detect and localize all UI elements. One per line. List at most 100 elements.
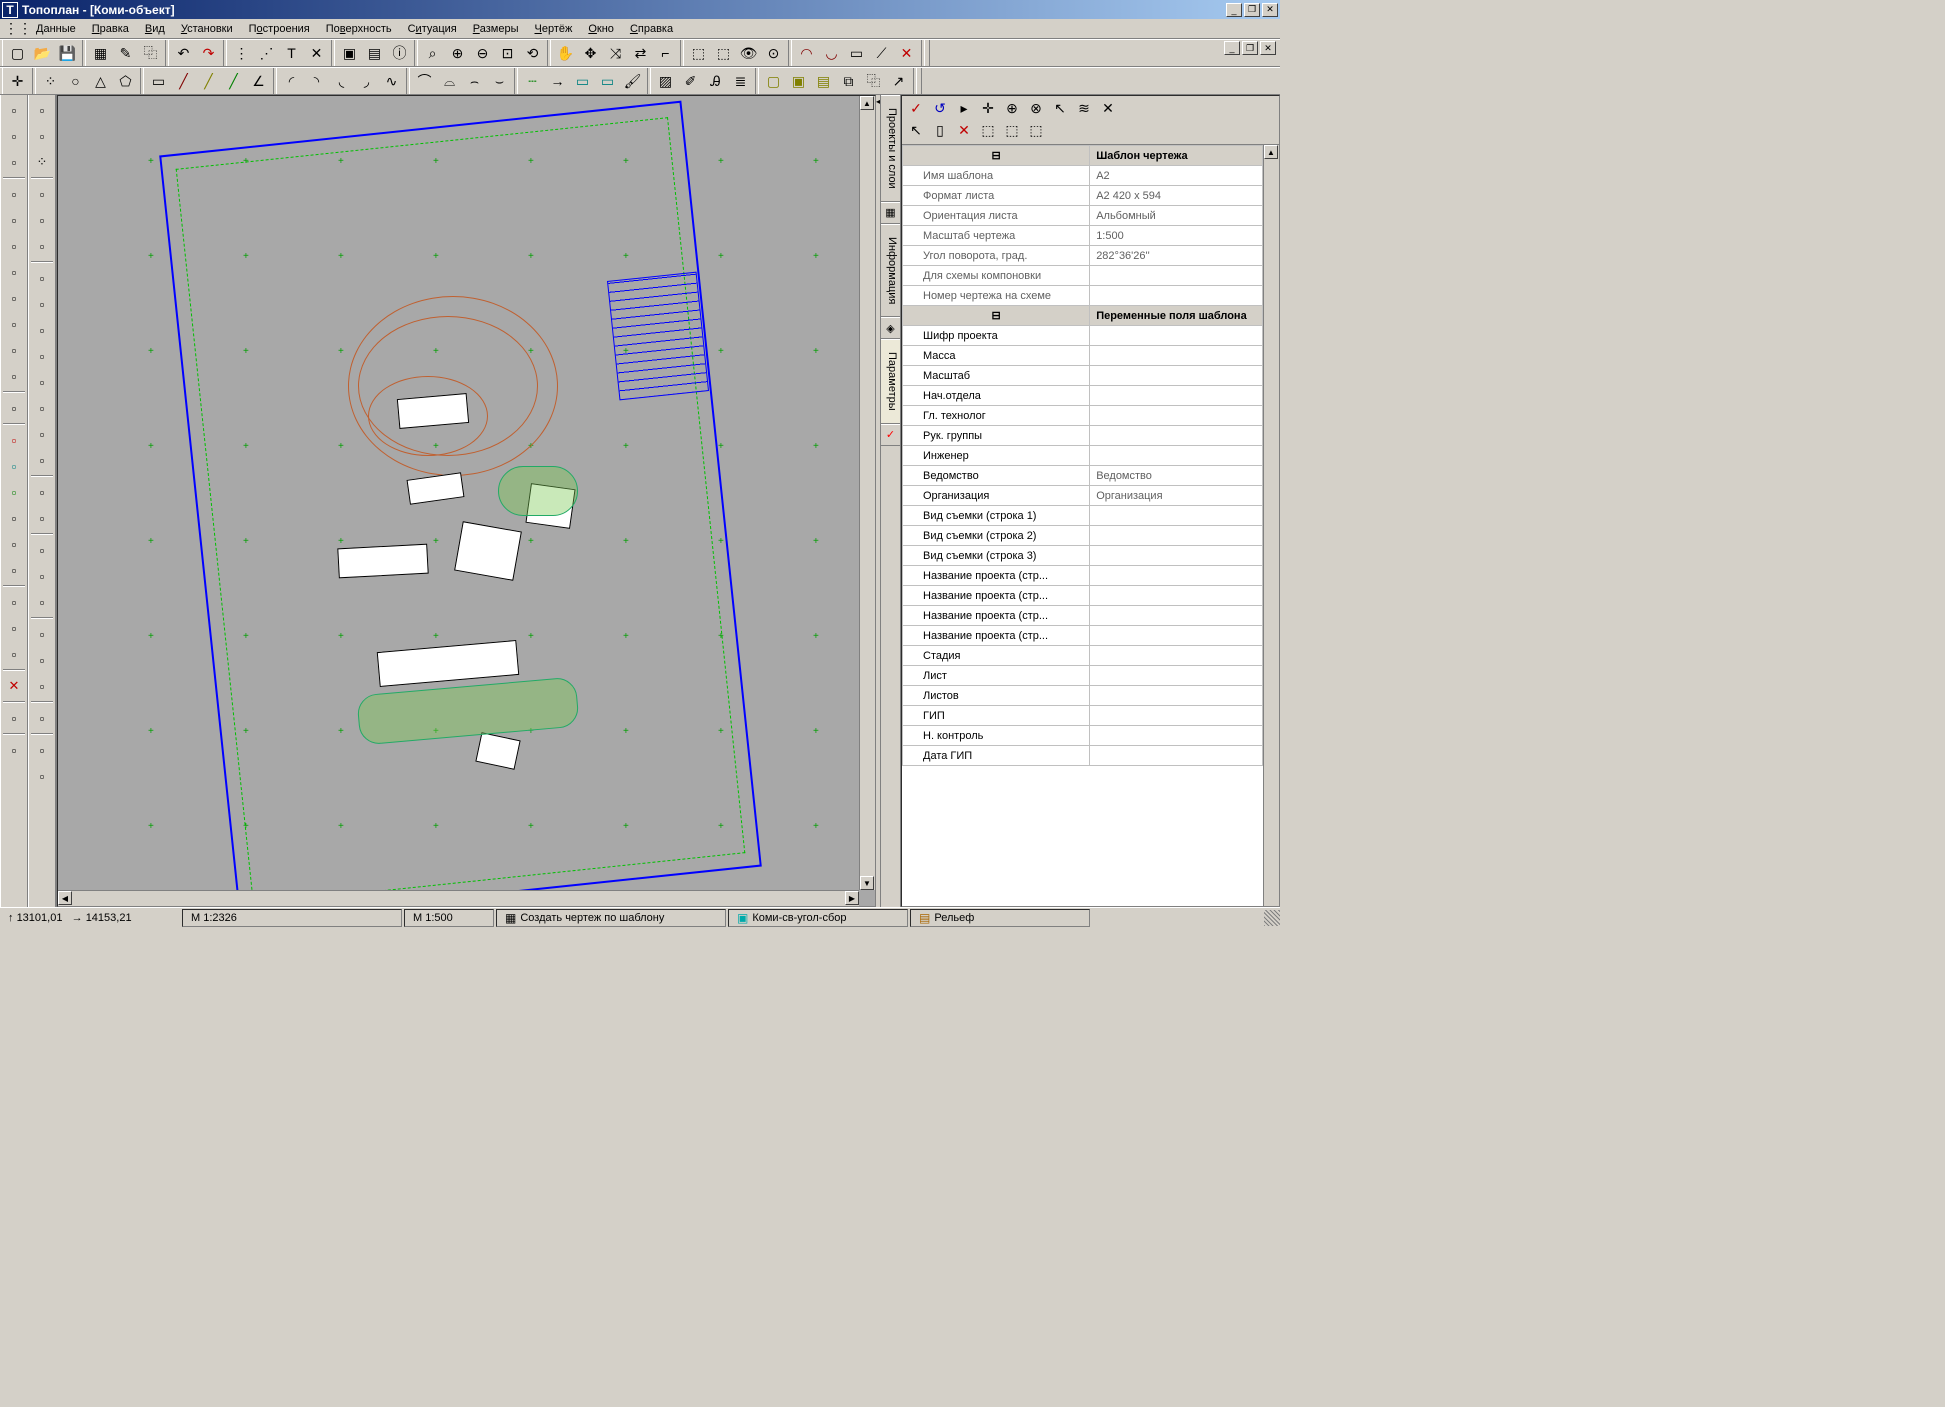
property-value[interactable]	[1090, 386, 1263, 406]
maximize-button[interactable]: ❐	[1244, 3, 1260, 17]
property-value[interactable]	[1090, 726, 1263, 746]
undo-button[interactable]: ↶	[172, 42, 195, 64]
plus-pt-button[interactable]: ✛	[6, 70, 29, 92]
property-row[interactable]: Масса	[903, 346, 1263, 366]
arrow-d-button[interactable]: ▫	[30, 590, 54, 614]
edit-g-button[interactable]: ▫	[30, 422, 54, 446]
cyan-a-button[interactable]: ▭	[571, 70, 594, 92]
menu-правка[interactable]: Правка	[84, 21, 137, 37]
mdi-close-button[interactable]: ✕	[1260, 41, 1276, 55]
property-value[interactable]	[1090, 686, 1263, 706]
rect-button[interactable]: ▭	[147, 70, 170, 92]
b-yl-button[interactable]: ▫	[2, 532, 26, 556]
arc-l-button[interactable]: ◡	[820, 42, 843, 64]
property-row[interactable]: Название проекта (стр...	[903, 566, 1263, 586]
panel-rotate-b-button[interactable]: ↺	[929, 98, 951, 118]
property-value[interactable]: Альбомный	[1090, 206, 1263, 226]
property-row[interactable]: Масштаб	[903, 366, 1263, 386]
eye-button[interactable]: ⊙	[762, 42, 785, 64]
property-value[interactable]	[1090, 606, 1263, 626]
status-scale-1[interactable]: М 1:2326	[182, 909, 402, 927]
tool-z-button[interactable]: ▫	[30, 674, 54, 698]
surf-a-button[interactable]: ▫	[2, 182, 26, 206]
curve3-button[interactable]: ◟	[330, 70, 353, 92]
property-row[interactable]: Лист	[903, 666, 1263, 686]
properties-table-scroll[interactable]: ⊟Шаблон чертежаИмя шаблонаA2Формат листа…	[902, 145, 1263, 906]
menu-размеры[interactable]: Размеры	[465, 21, 527, 37]
property-value[interactable]	[1090, 666, 1263, 686]
panel-x-red-button[interactable]: ✕	[953, 120, 975, 140]
properties-scrollbar[interactable]: ▲	[1263, 145, 1279, 906]
tab-icon-3[interactable]: ✓	[881, 424, 900, 446]
property-row[interactable]: Листов	[903, 686, 1263, 706]
zoom-sel-button[interactable]: ⌕	[421, 42, 444, 64]
panel-sel-b-button[interactable]: ⬚	[1001, 120, 1023, 140]
property-row[interactable]: Имя шаблонаA2	[903, 166, 1263, 186]
line-button[interactable]: ▫	[30, 182, 54, 206]
property-value[interactable]	[1090, 446, 1263, 466]
tab-information[interactable]: Информация	[881, 224, 900, 317]
edit-a-button[interactable]: ▫	[30, 266, 54, 290]
proj-open-button[interactable]: ▫	[2, 98, 26, 122]
property-row[interactable]: Вид съемки (строка 1)	[903, 506, 1263, 526]
layer-button[interactable]: ≣	[729, 70, 752, 92]
property-value[interactable]	[1090, 286, 1263, 306]
curve-button[interactable]: ▫	[30, 208, 54, 232]
edit-f-button[interactable]: ▫	[30, 396, 54, 420]
text-button[interactable]: Ꭿ	[704, 70, 727, 92]
property-row[interactable]: Рук. группы	[903, 426, 1263, 446]
proj-tree-button[interactable]: ▫	[2, 124, 26, 148]
pts-button[interactable]: ⁘	[30, 150, 54, 174]
b-cyan-button[interactable]: ▫	[2, 454, 26, 478]
arrow-bi-button[interactable]: ⇄	[629, 42, 652, 64]
edit-b-button[interactable]: ▫	[30, 292, 54, 316]
rect-r-button[interactable]: ▭	[845, 42, 868, 64]
panel-cursor2-button[interactable]: ↖	[905, 120, 927, 140]
hatch-button[interactable]: ▨	[654, 70, 677, 92]
property-value[interactable]	[1090, 426, 1263, 446]
b-yr-button[interactable]: ▫	[2, 506, 26, 530]
panel-play-button[interactable]: ▸	[953, 98, 975, 118]
close-button[interactable]: ✕	[1262, 3, 1278, 17]
property-row[interactable]: Для схемы компоновки	[903, 266, 1263, 286]
canvas-scrollbar-horizontal[interactable]: ◀ ▶	[58, 890, 859, 906]
sel2-button[interactable]: ⬚	[712, 42, 735, 64]
tree-button[interactable]: ▫	[30, 98, 54, 122]
resize-grip[interactable]	[1264, 910, 1280, 926]
T-button[interactable]: T	[280, 42, 303, 64]
line-r-button[interactable]: ╱	[172, 70, 195, 92]
sq-y-button[interactable]: ▢	[762, 70, 785, 92]
dots1-button[interactable]: ⋮	[230, 42, 253, 64]
cross2-button[interactable]: ⟋	[870, 42, 893, 64]
cross-button[interactable]: ✕	[305, 42, 328, 64]
edit-c-button[interactable]: ▫	[30, 318, 54, 342]
arrow-r-button[interactable]: →	[546, 70, 569, 92]
status-project[interactable]: ▣ Коми-св-угол-сбор	[728, 909, 908, 927]
sq-gr-button[interactable]: ▫	[30, 564, 54, 588]
property-value[interactable]	[1090, 366, 1263, 386]
grid-button[interactable]: ▦	[89, 42, 112, 64]
menu-поверхность[interactable]: Поверхность	[318, 21, 400, 37]
property-row[interactable]: Стадия	[903, 646, 1263, 666]
property-value[interactable]	[1090, 546, 1263, 566]
tab-icon-2[interactable]: ◈	[881, 317, 900, 339]
redo-button[interactable]: ↷	[197, 42, 220, 64]
panel-page-button[interactable]: ▯	[929, 120, 951, 140]
scroll-up-button[interactable]: ▲	[860, 96, 874, 110]
new-button[interactable]: ▢	[6, 42, 29, 64]
tab-projects-layers[interactable]: Проекты и слои	[881, 95, 900, 202]
pan-xy-button[interactable]: ⤨	[604, 42, 627, 64]
info-button[interactable]: ⓘ	[388, 42, 411, 64]
property-row[interactable]: Номер чертежа на схеме	[903, 286, 1263, 306]
b-gr-button[interactable]: ▫	[2, 558, 26, 582]
edge3-button[interactable]: ⌢	[463, 70, 486, 92]
b-red-button[interactable]: ▫	[2, 428, 26, 452]
dash-g-button[interactable]: ┄	[521, 70, 544, 92]
tool-y-button[interactable]: ▫	[30, 648, 54, 672]
property-row[interactable]: Угол поворота, град. 282°36'26''	[903, 246, 1263, 266]
box-button[interactable]: ▫	[30, 234, 54, 258]
pts-button[interactable]: ⁘	[39, 70, 62, 92]
property-section[interactable]: ⊟Переменные поля шаблона	[903, 306, 1263, 326]
property-value[interactable]	[1090, 506, 1263, 526]
surf-d-button[interactable]: ▫	[2, 260, 26, 284]
